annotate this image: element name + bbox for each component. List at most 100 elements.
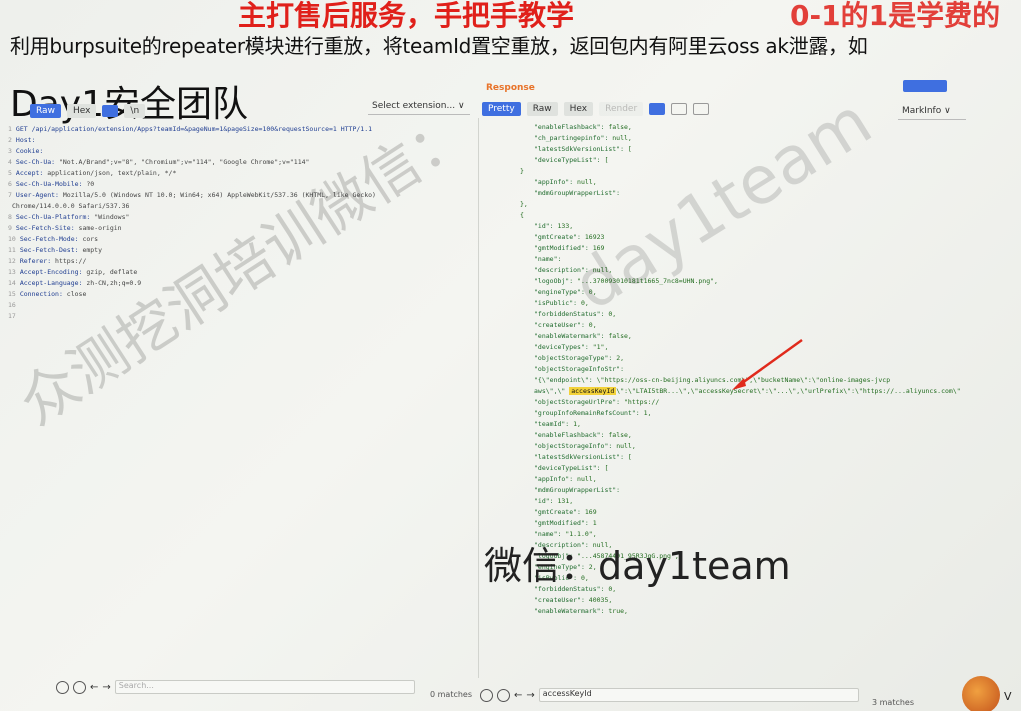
header-value: "Not.A/Brand";v="8", "Chromium";v="114",… <box>55 158 310 166</box>
search-highlight: accessKeyId <box>569 387 617 395</box>
response-line: "deviceTypeList": [ <box>520 463 960 474</box>
line-number: 2 <box>8 136 12 144</box>
settings-icon[interactable] <box>56 680 69 694</box>
hex-tab-response[interactable]: Hex <box>563 102 594 116</box>
header-key: Referer: <box>19 257 52 265</box>
json-value: [ <box>624 145 632 153</box>
json-key: "enableWatermark": <box>534 607 605 615</box>
pretty-tab[interactable]: Pretty <box>482 102 521 116</box>
request-line: 9 Sec-Fetch-Site: same-origin <box>8 223 474 234</box>
json-key: "teamId": <box>534 420 570 428</box>
line-number: 12 <box>8 257 16 265</box>
json-value: { <box>520 211 524 219</box>
json-key: "name": <box>534 255 562 263</box>
prev-arrow-icon-response[interactable]: ← <box>514 690 522 701</box>
wrap-icon[interactable] <box>671 103 688 115</box>
json-key: "deviceTypes": <box>534 343 589 351</box>
line-number: 9 <box>8 224 12 232</box>
request-line: 11 Sec-Fetch-Dest: empty <box>8 245 474 256</box>
header-key: Accept: <box>15 169 44 177</box>
json-value: [ <box>600 156 609 164</box>
header-key: Host: <box>15 136 36 144</box>
response-line: } <box>520 166 960 177</box>
request-editor[interactable]: 1 GET /api/application/extension/Apps?tea… <box>8 124 474 324</box>
layout-toggle-button[interactable] <box>903 80 947 92</box>
json-key: "description": <box>534 266 589 274</box>
pane-divider[interactable] <box>478 118 479 678</box>
header-value: "Windows" <box>90 213 130 221</box>
request-line: 5 Accept: application/json, text/plain, *… <box>8 168 474 179</box>
response-editor[interactable]: "enableFlashback": false, "ch_partingepin… <box>520 122 960 690</box>
menu-icon[interactable] <box>693 103 710 115</box>
header-value: https:// <box>51 257 87 265</box>
select-extension-dropdown[interactable]: Select extension... ∨ <box>368 101 470 115</box>
response-line: "deviceTypeList": [ <box>520 155 960 166</box>
request-line: 10 Sec-Fetch-Mode: cors <box>8 234 474 245</box>
request-line: 8 Sec-Ch-Ua-Platform: "Windows" <box>8 212 474 223</box>
json-key: "logoObj": <box>534 277 574 285</box>
request-search-input[interactable]: Search... <box>114 680 415 694</box>
json-value: 1, <box>569 420 581 428</box>
header-value: gzip, deflate <box>82 268 138 276</box>
request-line: 15 Connection: close <box>8 289 474 300</box>
request-line: 13 Accept-Encoding: gzip, deflate <box>8 267 474 278</box>
json-key: "enableFlashback": <box>534 123 605 131</box>
response-line: "gmtModified": 169 <box>520 243 960 254</box>
help-icon-response[interactable] <box>497 688 510 702</box>
response-line: "enableWatermark": true, <box>520 606 960 617</box>
request-toolbar: Raw Hex \n <box>30 104 146 118</box>
response-search-input[interactable]: accessKeyId <box>538 688 859 702</box>
json-key: "createUser": <box>534 596 585 604</box>
header-value: cors <box>78 235 99 243</box>
response-line: "id": 133, <box>520 221 960 232</box>
json-value: null, <box>612 442 636 450</box>
json-key: "objectStorageInfoStr": <box>534 365 625 373</box>
request-line: Chrome/114.0.0.0 Safari/537.36 <box>8 201 474 212</box>
header-key: Connection: <box>19 290 63 298</box>
response-line: "mdmGroupWrapperList": <box>520 188 960 199</box>
header-value: empty <box>78 246 103 254</box>
help-icon[interactable] <box>73 680 86 694</box>
json-key: "enableFlashback": <box>534 431 605 439</box>
json-value: 0, <box>577 299 589 307</box>
json-value: 0, <box>584 288 597 296</box>
settings-icon-response[interactable] <box>480 688 493 702</box>
response-line: "logoObj": "...370093010181t1665_7nc8=UH… <box>520 276 960 287</box>
ln-icon-response[interactable] <box>649 103 666 115</box>
request-line: 16 <box>8 300 474 311</box>
json-key: "isPublic": <box>534 299 578 307</box>
red-arrow-annotation <box>732 338 803 390</box>
avatar <box>962 676 1000 711</box>
markinfo-dropdown[interactable]: MarkInfo ∨ <box>898 106 966 120</box>
line-number: 10 <box>8 235 16 243</box>
line-number: 4 <box>8 158 12 166</box>
response-line: "appInfo": null, <box>520 177 960 188</box>
line-number: 11 <box>8 246 16 254</box>
next-arrow-icon[interactable]: → <box>102 682 110 693</box>
json-key: "latestSdkVersionList": <box>534 453 625 461</box>
json-value: [ <box>600 464 609 472</box>
request-line: 1 GET /api/application/extension/Apps?tea… <box>8 124 474 135</box>
json-value: false, <box>604 123 632 131</box>
json-key: "gmtCreate": <box>534 508 581 516</box>
response-line: "engineType": 0, <box>520 287 960 298</box>
header-key: Accept-Encoding: <box>19 268 83 276</box>
json-key: "mdmGroupWrapperList": <box>534 486 621 494</box>
next-arrow-icon-response[interactable]: → <box>526 690 534 701</box>
request-line: 17 <box>8 311 474 322</box>
response-line: { <box>520 210 960 221</box>
hex-tab[interactable]: Hex <box>66 104 97 118</box>
raw-tab[interactable]: Raw <box>30 104 61 118</box>
prev-arrow-icon[interactable]: ← <box>90 682 98 693</box>
avatar-label: V <box>1004 690 1012 703</box>
json-value: 1, <box>639 409 652 417</box>
newline-tab[interactable]: \n <box>124 104 146 118</box>
raw-tab-response[interactable]: Raw <box>526 102 558 116</box>
header-key: Sec-Fetch-Mode: <box>19 235 79 243</box>
response-line: }, <box>520 199 960 210</box>
render-tab[interactable]: Render <box>599 102 644 116</box>
response-search-bar: ← → accessKeyId <box>480 688 859 702</box>
json-value: 1 <box>588 519 597 527</box>
line-number: 8 <box>8 213 12 221</box>
ln-icon[interactable] <box>102 105 119 117</box>
